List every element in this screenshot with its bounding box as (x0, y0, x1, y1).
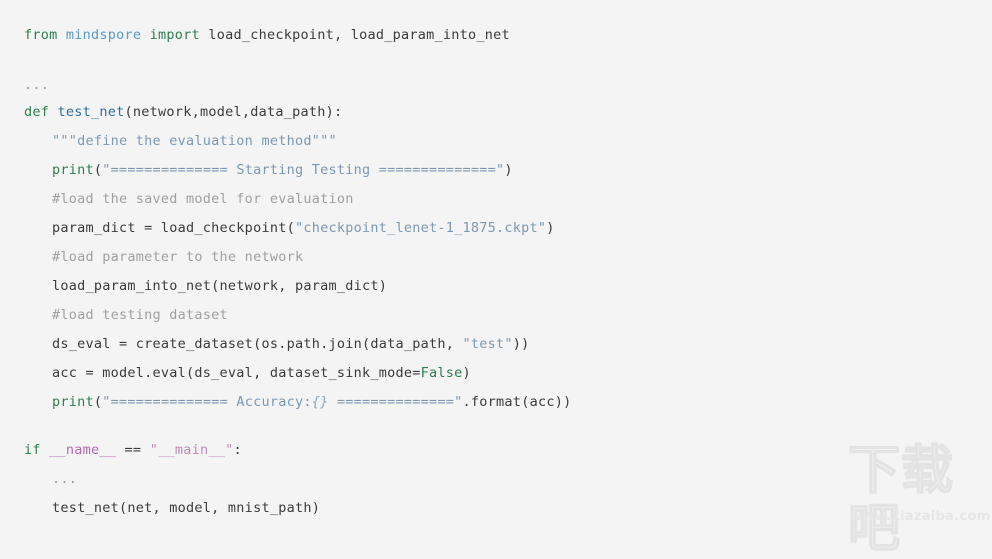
code-line: #load testing dataset (0, 306, 228, 324)
code-token: load_checkpoint, load_param_into_net (208, 27, 510, 43)
code-token: : (233, 442, 242, 458)
code-token: .format(acc)) (462, 394, 572, 410)
code-line: ... (0, 470, 77, 488)
code-token: acc = model.eval(ds_eval, dataset_sink_m… (52, 365, 421, 381)
code-line: print("============== Accuracy:{} ======… (0, 393, 571, 411)
watermark-characters: 下载吧 (847, 441, 955, 559)
code-token: "============== Accuracy: (102, 394, 312, 410)
code-token: mindspore (65, 27, 150, 43)
code-token: ==============" (328, 394, 463, 410)
code-token: (network,model,data_path): (124, 104, 343, 120)
watermark: 下载吧 www.xiazaiba.com (847, 436, 991, 559)
code-token: print (52, 394, 94, 410)
code-token: #load parameter to the network (52, 249, 304, 265)
code-line: ... (0, 76, 49, 94)
code-token: "__main__" (149, 442, 234, 458)
code-token: )) (512, 336, 530, 352)
code-line: #load the saved model for evaluation (0, 190, 354, 208)
code-token: "test" (462, 336, 513, 352)
code-line: def test_net(network,model,data_path): (0, 103, 342, 121)
code-token: load_param_into_net(network, param_dict) (52, 278, 388, 294)
code-line: ds_eval = create_dataset(os.path.join(da… (0, 335, 530, 353)
code-line: print("============== Starting Testing =… (0, 161, 513, 179)
code-token: if (24, 442, 50, 458)
code-token: ds_eval = create_dataset(os.path.join(da… (52, 336, 463, 352)
code-line: #load parameter to the network (0, 248, 303, 266)
code-viewer: from mindspore import load_checkpoint, l… (0, 0, 992, 559)
code-token: False (420, 365, 463, 381)
code-line: """define the evaluation method""" (0, 132, 337, 150)
code-token: == (116, 442, 150, 458)
code-token: test_net(net, model, mnist_path) (52, 500, 321, 516)
code-token: """define the evaluation method""" (52, 133, 337, 149)
code-token: #load the saved model for evaluation (52, 191, 354, 207)
code-token: ) (546, 220, 555, 236)
code-token: ... (52, 471, 78, 487)
code-line: acc = model.eval(ds_eval, dataset_sink_m… (0, 364, 471, 382)
code-line: load_param_into_net(network, param_dict) (0, 277, 387, 295)
code-line: test_net(net, model, mnist_path) (0, 499, 320, 517)
code-token: __name__ (49, 442, 117, 458)
code-token: from (24, 27, 66, 43)
code-token: ) (504, 162, 513, 178)
code-token: test_net (57, 104, 125, 120)
code-token: def (24, 104, 58, 120)
code-token: import (149, 27, 209, 43)
code-token: #load testing dataset (52, 307, 228, 323)
watermark-url: www.xiazaiba.com (850, 509, 991, 524)
code-token: "============== Starting Testing =======… (102, 162, 505, 178)
code-token: "checkpoint_lenet-1_1875.ckpt" (294, 220, 547, 236)
code-token: print (52, 162, 94, 178)
code-token: param_dict = load_checkpoint( (52, 220, 295, 236)
code-token: {} (311, 394, 329, 410)
code-token: ) (462, 365, 471, 381)
code-line: if __name__ == "__main__": (0, 441, 242, 459)
code-line: from mindspore import load_checkpoint, l… (0, 26, 510, 44)
code-line: param_dict = load_checkpoint("checkpoint… (0, 219, 555, 237)
code-token: ... (24, 77, 50, 93)
